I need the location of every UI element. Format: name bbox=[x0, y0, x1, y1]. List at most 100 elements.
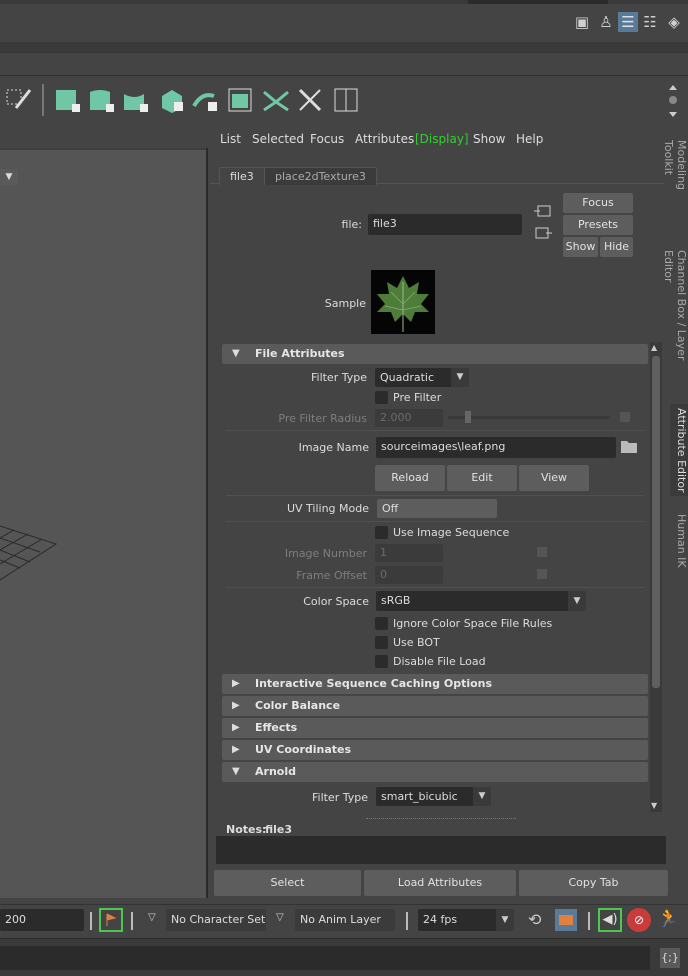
section-uv-coordinates[interactable]: ▶ UV Coordinates bbox=[222, 740, 648, 760]
load-attributes-button[interactable]: Load Attributes bbox=[364, 870, 516, 896]
cache-playback-icon[interactable] bbox=[554, 908, 578, 932]
reload-button[interactable]: Reload bbox=[375, 465, 445, 491]
hide-button[interactable]: Hide bbox=[600, 237, 633, 257]
sculpt-icon[interactable] bbox=[296, 86, 324, 114]
auto-key-icon[interactable] bbox=[99, 908, 123, 932]
section-file-attributes[interactable]: ▼ File Attributes bbox=[222, 344, 648, 364]
tab-file3[interactable]: file3 bbox=[219, 167, 265, 185]
tab-place2dtexture3[interactable]: place2dTexture3 bbox=[264, 167, 377, 185]
create-polygon-icon[interactable] bbox=[54, 86, 82, 114]
fps-dropdown[interactable]: 24 fps ▼ bbox=[418, 909, 514, 931]
scroll-up-icon[interactable]: ▲ bbox=[651, 343, 657, 352]
menu-selected[interactable]: Selected bbox=[252, 132, 304, 146]
layers-icon[interactable]: ◈ bbox=[664, 12, 684, 32]
running-man-icon[interactable]: 🏃 bbox=[657, 908, 679, 929]
image-name-field[interactable]: sourceimages\leaf.png bbox=[376, 437, 616, 458]
presets-button[interactable]: Presets bbox=[563, 215, 633, 235]
arnold-filter-type-dropdown[interactable]: smart_bicubic ▼ bbox=[376, 787, 491, 806]
viewport-dropdown[interactable]: ▼ bbox=[0, 169, 18, 185]
divider-icon bbox=[90, 912, 92, 930]
command-input[interactable] bbox=[0, 946, 650, 970]
frame-offset-field[interactable]: 0 bbox=[375, 566, 443, 584]
attribute-editor-icon[interactable]: ☰ bbox=[618, 12, 638, 32]
show-button[interactable]: Show bbox=[563, 237, 598, 257]
input-connection-icon[interactable] bbox=[534, 204, 552, 218]
ignore-color-space-checkbox[interactable] bbox=[375, 617, 388, 630]
extrude-icon[interactable] bbox=[158, 86, 186, 114]
evaluation-icon[interactable]: ⊘ bbox=[627, 908, 651, 932]
workspace-dropdown[interactable] bbox=[468, 0, 608, 4]
shelf-scroll-arrows[interactable] bbox=[666, 82, 680, 120]
section-effects[interactable]: ▶ Effects bbox=[222, 718, 648, 738]
pre-filter-radius-slider[interactable] bbox=[448, 416, 610, 419]
chevron-down-icon[interactable]: ▽ bbox=[148, 912, 156, 923]
map-button-icon[interactable] bbox=[537, 547, 547, 557]
person-icon[interactable]: ♙ bbox=[596, 12, 616, 32]
character-set-field[interactable]: No Character Set bbox=[166, 909, 266, 931]
anim-layer-field[interactable]: No Anim Layer bbox=[295, 909, 395, 931]
use-bot-label: Use BOT bbox=[393, 636, 440, 649]
folder-icon[interactable] bbox=[620, 438, 638, 454]
output-connection-icon[interactable] bbox=[534, 226, 552, 240]
section-arnold[interactable]: ▼ Arnold bbox=[222, 762, 648, 782]
use-image-sequence-checkbox[interactable] bbox=[375, 526, 388, 539]
menu-show[interactable]: Show bbox=[473, 132, 505, 146]
sound-icon[interactable]: ◀) bbox=[598, 908, 622, 932]
hud-icon[interactable] bbox=[332, 86, 360, 114]
scroll-down-icon[interactable]: ▼ bbox=[651, 801, 657, 810]
uv-tiling-mode-dropdown[interactable]: Off bbox=[377, 499, 497, 518]
focus-button[interactable]: Focus bbox=[563, 193, 633, 213]
end-time-field[interactable]: 200 bbox=[0, 909, 84, 931]
side-tab-modeling-toolkit[interactable]: Modeling Toolkit bbox=[662, 136, 688, 228]
scrollbar-thumb[interactable] bbox=[652, 356, 660, 688]
map-button-icon[interactable] bbox=[620, 412, 630, 422]
marquee-select-icon[interactable] bbox=[4, 86, 32, 114]
pre-filter-radius-field[interactable]: 2.000 bbox=[375, 409, 443, 427]
use-image-sequence-label: Use Image Sequence bbox=[393, 526, 510, 539]
chevron-down-icon[interactable]: ▽ bbox=[276, 912, 284, 923]
separator bbox=[226, 430, 644, 431]
resize-handle[interactable] bbox=[366, 818, 516, 820]
multi-cut-icon[interactable] bbox=[192, 86, 220, 114]
slider-handle[interactable] bbox=[465, 411, 471, 423]
edit-button[interactable]: Edit bbox=[447, 465, 517, 491]
cube-icon[interactable]: ▣ bbox=[572, 12, 592, 32]
pre-filter-radius-label: Pre Filter Radius bbox=[278, 412, 367, 425]
collapsed-triangle-icon: ▶ bbox=[232, 722, 240, 733]
notes-node-name: file3 bbox=[265, 823, 293, 836]
side-tab-human-ik[interactable]: Human IK bbox=[670, 510, 688, 570]
pre-filter-checkbox[interactable] bbox=[375, 391, 388, 404]
image-number-label: Image Number bbox=[284, 547, 367, 560]
script-editor-icon[interactable]: {;} bbox=[660, 948, 680, 968]
menu-list[interactable]: List bbox=[220, 132, 241, 146]
view-button[interactable]: View bbox=[519, 465, 589, 491]
copy-tab-button[interactable]: Copy Tab bbox=[519, 870, 668, 896]
notes-textarea[interactable] bbox=[216, 836, 666, 864]
target-weld-icon[interactable] bbox=[262, 86, 290, 114]
ignore-color-space-label: Ignore Color Space File Rules bbox=[393, 617, 553, 630]
select-button[interactable]: Select bbox=[214, 870, 361, 896]
menu-display[interactable]: [Display] bbox=[415, 132, 469, 146]
side-tab-attribute-editor[interactable]: Attribute Editor bbox=[670, 404, 688, 496]
color-space-dropdown[interactable]: sRGB ▼ bbox=[376, 591, 586, 611]
use-bot-checkbox[interactable] bbox=[375, 636, 388, 649]
side-tab-channel-box[interactable]: Channel Box / Layer Editor bbox=[662, 246, 688, 388]
menu-focus[interactable]: Focus bbox=[310, 132, 344, 146]
loop-icon[interactable]: ⟲ bbox=[528, 910, 541, 929]
filter-type-dropdown[interactable]: Quadratic ▼ bbox=[375, 368, 469, 387]
collapsed-triangle-icon: ▶ bbox=[232, 700, 240, 711]
image-number-field[interactable]: 1 bbox=[375, 544, 443, 562]
disable-file-load-checkbox[interactable] bbox=[375, 655, 388, 668]
section-interactive-sequence-caching[interactable]: ▶ Interactive Sequence Caching Options bbox=[222, 674, 648, 694]
bevel-icon[interactable] bbox=[88, 86, 116, 114]
bridge-icon[interactable] bbox=[122, 86, 150, 114]
outliner-icon[interactable]: ☷ bbox=[640, 12, 660, 32]
section-color-balance[interactable]: ▶ Color Balance bbox=[222, 696, 648, 716]
menu-help[interactable]: Help bbox=[516, 132, 543, 146]
map-button-icon[interactable] bbox=[537, 569, 547, 579]
uv-editor-icon[interactable] bbox=[226, 86, 254, 114]
menu-attributes[interactable]: Attributes bbox=[355, 132, 414, 146]
viewport-canvas[interactable] bbox=[0, 150, 206, 898]
separator bbox=[226, 495, 644, 496]
file-name-field[interactable]: file3 bbox=[368, 214, 522, 235]
